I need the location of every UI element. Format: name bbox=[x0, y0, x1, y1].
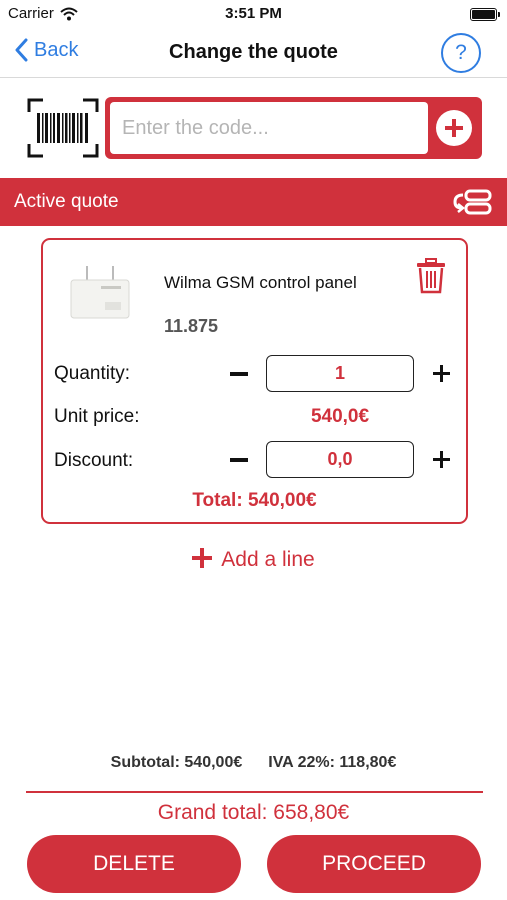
grand-total: Grand total: 658,80€ bbox=[157, 801, 350, 824]
nav-bar: Back Change the quote ? bbox=[0, 30, 507, 78]
code-entry bbox=[105, 97, 482, 159]
battery-icon bbox=[470, 8, 500, 21]
discount-label: Discount: bbox=[54, 450, 134, 471]
totals-summary: Subtotal: 540,00€ IVA 22%: 118,80€ bbox=[0, 754, 507, 772]
divider bbox=[26, 791, 483, 793]
tax-amount: IVA 22%: 118,80€ bbox=[268, 754, 397, 771]
add-code-button[interactable] bbox=[436, 110, 472, 146]
status-bar: Carrier 3:51 PM bbox=[0, 0, 507, 30]
delete-line-button[interactable] bbox=[416, 258, 446, 294]
discount-increment-button[interactable] bbox=[430, 448, 454, 472]
status-time: 3:51 PM bbox=[225, 5, 282, 22]
product-name: Wilma GSM control panel bbox=[164, 273, 357, 292]
help-button[interactable]: ? bbox=[441, 33, 481, 73]
trash-icon bbox=[417, 258, 445, 294]
quantity-decrement-button[interactable] bbox=[228, 362, 252, 386]
discount-decrement-button[interactable] bbox=[228, 448, 252, 472]
add-line-label: Add a line bbox=[221, 548, 315, 571]
barcode-scan-button[interactable] bbox=[27, 98, 99, 158]
unit-price-value: 540,0€ bbox=[310, 406, 370, 427]
page-title: Change the quote bbox=[169, 41, 338, 63]
quote-line-card: Wilma GSM control panel 11.875 Quantity:… bbox=[41, 238, 468, 524]
quantity-label: Quantity: bbox=[54, 363, 131, 384]
barcode-icon bbox=[27, 98, 99, 158]
active-quote-header: Active quote bbox=[0, 178, 507, 226]
section-title: Active quote bbox=[14, 191, 119, 212]
unit-price-label: Unit price: bbox=[54, 406, 140, 427]
subtotal: Subtotal: 540,00€ bbox=[110, 754, 243, 771]
proceed-button[interactable]: PROCEED bbox=[267, 835, 481, 893]
product-code: 11.875 bbox=[164, 316, 219, 336]
discount-field[interactable] bbox=[266, 441, 414, 478]
quantity-increment-button[interactable] bbox=[430, 362, 454, 386]
product-image bbox=[70, 266, 130, 319]
delete-button[interactable]: DELETE bbox=[27, 835, 241, 893]
plus-icon bbox=[192, 548, 213, 568]
code-input[interactable] bbox=[110, 102, 428, 154]
add-line-button[interactable]: Add a line bbox=[0, 548, 507, 572]
switch-quote-icon bbox=[453, 189, 492, 215]
line-total: Total: 540,00€ bbox=[192, 490, 317, 511]
quantity-field[interactable] bbox=[266, 355, 414, 392]
switch-quote-button[interactable] bbox=[453, 188, 493, 216]
